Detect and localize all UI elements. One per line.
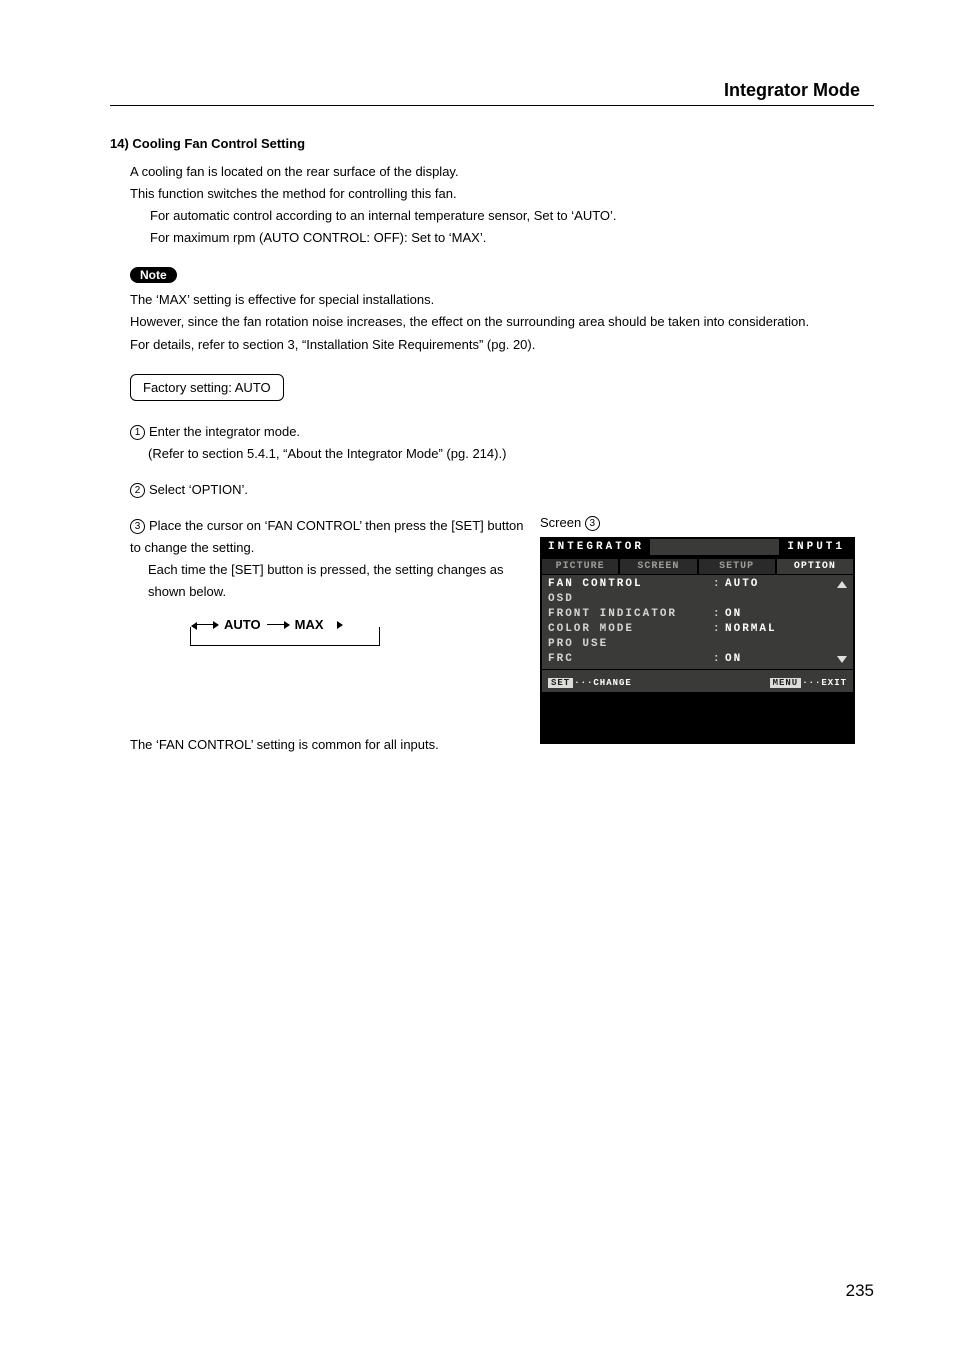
osd-item-fan-control[interactable]: FAN CONTROL : AUTO (548, 577, 849, 592)
osd-item-value: AUTO (725, 578, 837, 590)
set-label: ···CHANGE (574, 678, 632, 688)
cycle-right-bar (379, 627, 380, 645)
osd-title: INTEGRATOR (542, 539, 650, 555)
step-2: 2 Select ‘OPTION’. (130, 479, 874, 501)
osd-item-colon: : (713, 653, 725, 665)
osd-tab-setup[interactable]: SETUP (699, 559, 777, 574)
body-line-4: For maximum rpm (AUTO CONTROL: OFF): Set… (150, 227, 874, 249)
osd-item-label: FRONT INDICATOR (548, 608, 713, 620)
section-heading: 14) Cooling Fan Control Setting (110, 136, 874, 151)
note-badge: Note (130, 267, 177, 283)
step-3-text-b: Each time the [SET] button is pressed, t… (148, 559, 530, 603)
osd-item-osd[interactable]: OSD (548, 592, 849, 607)
step-3-number-icon: 3 (130, 519, 145, 534)
set-key-icon: SET (548, 678, 573, 688)
section-title: Cooling Fan Control Setting (132, 136, 305, 151)
cycle-diagram: AUTO MAX (180, 617, 400, 657)
osd-item-label: COLOR MODE (548, 623, 713, 635)
note-line-2: However, since the fan rotation noise in… (130, 311, 874, 333)
screen-label: Screen 3 (540, 515, 855, 531)
step-1-text-b: (Refer to section 5.4.1, “About the Inte… (148, 443, 874, 465)
osd-item-colon: : (713, 578, 725, 590)
step-1-number-icon: 1 (130, 425, 145, 440)
menu-label: ···EXIT (802, 678, 847, 688)
body-line-1: A cooling fan is located on the rear sur… (130, 161, 874, 183)
osd-item-label: FAN CONTROL (548, 578, 713, 590)
step-3: 3Place the cursor on ‘FAN CONTROL’ then … (130, 515, 530, 603)
step-2-text: Select ‘OPTION’. (149, 482, 248, 497)
osd-tab-option[interactable]: OPTION (777, 559, 853, 574)
screen-label-number-icon: 3 (585, 516, 600, 531)
osd-item-frc[interactable]: FRC : ON (548, 652, 849, 667)
osd-input-badge: INPUT1 (779, 539, 853, 555)
step-3-text-a: Place the cursor on ‘FAN CONTROL’ then p… (130, 518, 524, 555)
page-header-title: Integrator Mode (110, 80, 860, 101)
osd-tab-screen[interactable]: SCREEN (620, 559, 698, 574)
cycle-max: MAX (295, 617, 324, 632)
osd-item-front-indicator[interactable]: FRONT INDICATOR : ON (548, 607, 849, 622)
osd-item-colon: : (713, 608, 725, 620)
step-1-text-a: Enter the integrator mode. (149, 424, 300, 439)
menu-key-icon: MENU (770, 678, 802, 688)
osd-title-row: INTEGRATOR INPUT1 (542, 539, 853, 557)
scroll-up-icon[interactable] (837, 581, 847, 588)
screen-label-text: Screen (540, 515, 585, 530)
osd-item-value: ON (725, 608, 849, 620)
osd-tabs: PICTURE SCREEN SETUP OPTION (542, 557, 853, 575)
osd-footer-set: SET···CHANGE (548, 678, 632, 688)
osd-body: FAN CONTROL : AUTO OSD FRONT INDICATOR :… (542, 575, 853, 676)
osd-item-color-mode[interactable]: COLOR MODE : NORMAL (548, 622, 849, 637)
section-number: 14) (110, 136, 129, 151)
factory-setting-box: Factory setting: AUTO (130, 374, 284, 401)
osd-item-pro-use[interactable]: PRO USE (548, 637, 849, 652)
osd-item-label: FRC (548, 653, 713, 665)
osd-item-value: NORMAL (725, 623, 849, 635)
common-note: The ‘FAN CONTROL’ setting is common for … (130, 737, 530, 752)
osd-divider (542, 669, 853, 670)
osd-item-label: OSD (548, 593, 713, 605)
cycle-auto: AUTO (224, 617, 261, 632)
body-line-3: For automatic control according to an in… (150, 205, 874, 227)
header-rule (110, 105, 874, 106)
arrow-right-2-icon (267, 624, 289, 625)
step-2-number-icon: 2 (130, 483, 145, 498)
osd-item-value: ON (725, 653, 837, 665)
arrow-right-3-spacer (330, 624, 342, 625)
arrow-right-1-icon (196, 624, 218, 625)
osd-item-colon: : (713, 623, 725, 635)
body-line-2: This function switches the method for co… (130, 183, 874, 205)
osd-footer-menu: MENU···EXIT (770, 678, 847, 688)
osd-tab-picture[interactable]: PICTURE (542, 559, 620, 574)
osd-title-spacer (650, 539, 779, 555)
cycle-bottom-bar (190, 645, 380, 646)
osd-bottom-bar (542, 692, 853, 742)
step-1: 1 Enter the integrator mode. (Refer to se… (130, 421, 874, 465)
note-line-3: For details, refer to section 3, “Instal… (130, 334, 874, 356)
scroll-down-icon[interactable] (837, 656, 847, 663)
osd-footer: SET···CHANGE MENU···EXIT (542, 676, 853, 692)
page-number: 235 (846, 1281, 874, 1301)
cycle-left-bar (190, 627, 191, 645)
osd-item-label: PRO USE (548, 638, 713, 650)
osd-panel: INTEGRATOR INPUT1 PICTURE SCREEN SETUP O… (540, 537, 855, 744)
note-line-1: The ‘MAX’ setting is effective for speci… (130, 289, 874, 311)
